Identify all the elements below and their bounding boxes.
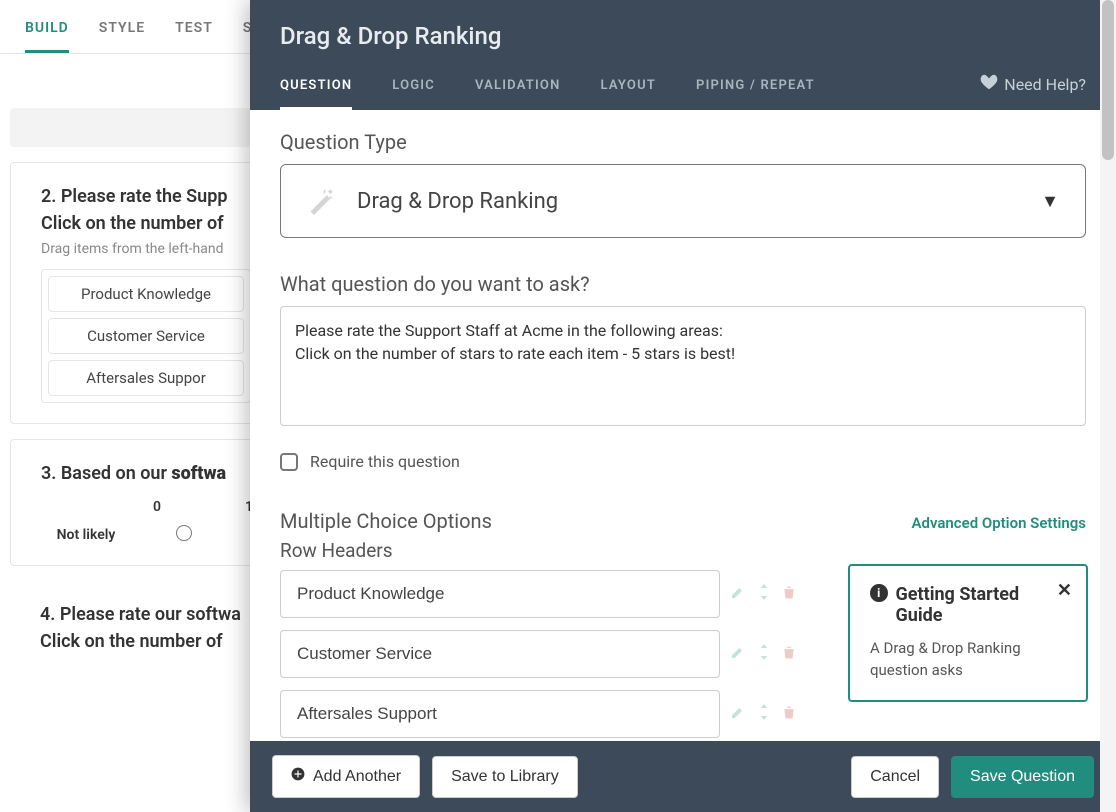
heart-icon [980,74,998,94]
save-question-button[interactable]: Save Question [951,756,1094,798]
modal-title: Drag & Drop Ranking [280,22,1086,50]
scrollbar[interactable] [1100,0,1116,812]
info-icon: i [870,584,888,602]
row-header-input-1[interactable] [280,630,720,678]
need-help-link[interactable]: Need Help? [980,74,1086,94]
tab-style[interactable]: STYLE [99,20,145,53]
drag-icon[interactable] [758,644,770,664]
modal-tab-question[interactable]: QUESTION [280,78,352,110]
need-help-text: Need Help? [1004,75,1086,94]
scrollbar-thumb[interactable] [1102,0,1114,160]
edit-icon[interactable] [730,584,746,604]
guide-body: A Drag & Drop Ranking question asks [870,638,1066,682]
trash-icon[interactable] [782,704,796,724]
advanced-settings-link[interactable]: Advanced Option Settings [912,514,1087,532]
bg-q3-scale-0: 0 [133,499,181,515]
edit-icon[interactable] [730,704,746,724]
ask-label: What question do you want to ask? [280,272,1086,296]
trash-icon[interactable] [782,644,796,664]
wand-icon [307,187,335,215]
close-icon[interactable]: ✕ [1057,580,1072,601]
plus-icon [291,767,305,786]
modal-header: Drag & Drop Ranking QUESTION LOGIC VALID… [250,0,1116,110]
bg-q2-opt[interactable]: Customer Service [48,318,244,354]
chevron-down-icon: ▼ [1041,191,1059,212]
modal-footer: Add Another Save to Library Cancel Save … [250,741,1116,812]
mco-label: Multiple Choice Options [280,509,492,533]
trash-icon[interactable] [782,584,796,604]
tab-build[interactable]: BUILD [25,20,69,53]
modal-tab-layout[interactable]: LAYOUT [600,78,656,110]
require-row: Require this question [280,452,1086,471]
modal-tab-piping[interactable]: PIPING / REPEAT [696,78,815,110]
mco-header: Multiple Choice Options Advanced Option … [280,509,1086,533]
guide-title: i Getting Started Guide [870,584,1066,626]
add-another-button[interactable]: Add Another [272,755,420,798]
bg-q2-opt[interactable]: Product Knowledge [48,276,244,312]
bg-q3-left-label: Not likely [56,527,116,543]
modal-tab-logic[interactable]: LOGIC [392,78,435,110]
drag-icon[interactable] [758,704,770,724]
cancel-button[interactable]: Cancel [851,756,939,798]
question-type-label: Question Type [280,130,1086,154]
row-header-input-2[interactable] [280,690,720,738]
edit-icon[interactable] [730,644,746,664]
bg-q3-radio-0[interactable] [176,525,192,541]
row-headers-label: Row Headers [280,539,1086,562]
drag-icon[interactable] [758,584,770,604]
tab-test[interactable]: TEST [175,20,213,53]
bg-q2-opt[interactable]: Aftersales Suppor [48,360,244,396]
modal-body: Question Type Drag & Drop Ranking ▼ What… [250,110,1116,741]
question-editor-modal: Drag & Drop Ranking QUESTION LOGIC VALID… [250,0,1116,812]
bg-q2-options: Product Knowledge Customer Service After… [41,269,251,403]
save-to-library-button[interactable]: Save to Library [432,756,578,798]
modal-tabs: QUESTION LOGIC VALIDATION LAYOUT PIPING … [280,78,1086,110]
question-text-input[interactable] [280,306,1086,426]
getting-started-guide: ✕ i Getting Started Guide A Drag & Drop … [848,564,1088,702]
question-type-select[interactable]: Drag & Drop Ranking ▼ [280,164,1086,238]
modal-tab-validation[interactable]: VALIDATION [475,78,561,110]
row-header-input-0[interactable] [280,570,720,618]
question-type-value: Drag & Drop Ranking [357,189,558,214]
require-label: Require this question [310,452,460,471]
require-checkbox[interactable] [280,453,298,471]
